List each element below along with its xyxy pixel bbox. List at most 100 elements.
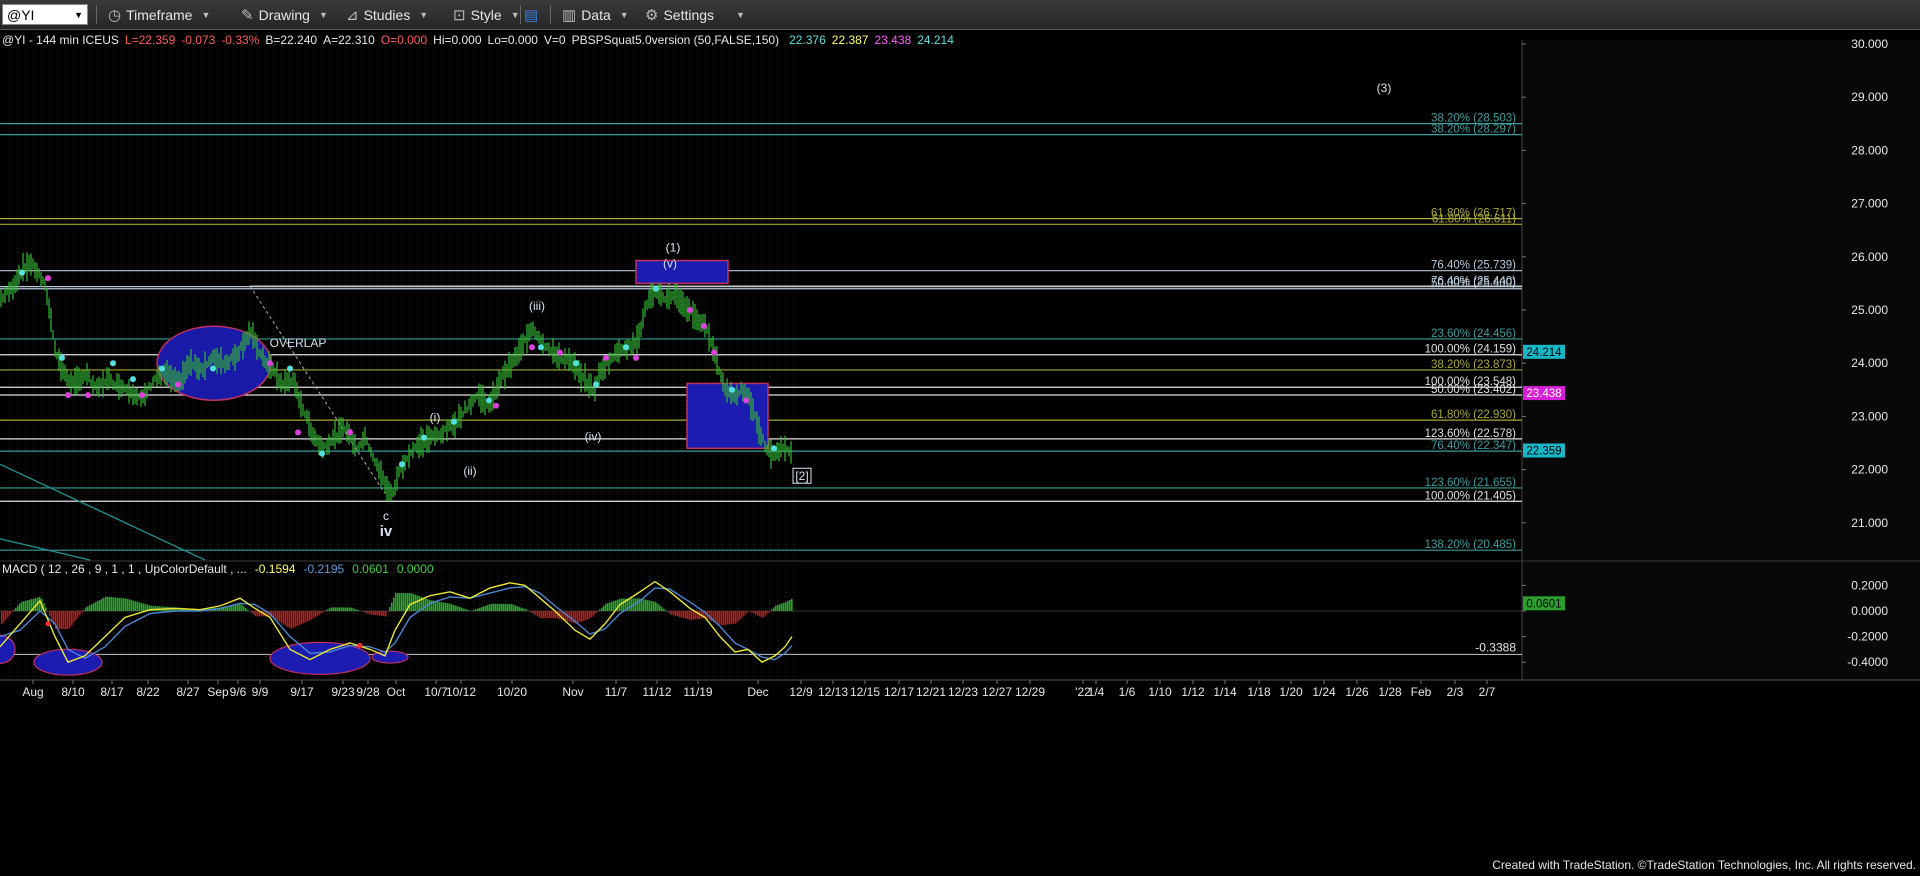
macd-histogram-bar <box>657 603 659 611</box>
macd-histogram-bar <box>107 596 109 611</box>
macd-histogram-bar <box>237 604 239 611</box>
macd-histogram-bar <box>93 603 95 611</box>
signal-dot-magenta <box>65 392 71 399</box>
fib-level-label: 76.40% (25.739) <box>1431 260 1516 272</box>
macd-histogram-bar <box>365 611 367 613</box>
x-tick-label: 8/17 <box>100 685 124 699</box>
macd-histogram-bar <box>371 611 373 615</box>
macd-histogram-bar <box>649 600 651 611</box>
macd-histogram-bar <box>445 602 447 611</box>
macd-histogram-bar <box>635 598 637 611</box>
macd-value: 0.0000 <box>397 562 434 576</box>
macd-histogram-bar <box>113 597 115 611</box>
signal-dot-cyan <box>623 344 629 351</box>
symbol-info: @YI - 144 min ICEUS <box>2 33 119 47</box>
indicator-value: 22.387 <box>832 33 869 47</box>
macd-histogram-bar <box>403 593 405 611</box>
y-tick-label: 21.000 <box>1851 516 1888 530</box>
toolbar-separator <box>96 5 97 24</box>
macd-histogram-bar <box>499 603 501 611</box>
signal-dot-cyan <box>287 365 293 372</box>
macd-histogram-bar <box>351 607 353 611</box>
macd-y-tick-label: -0.4000 <box>1847 655 1888 669</box>
macd-histogram-bar <box>473 609 475 611</box>
x-tick-label: 2/7 <box>1479 685 1496 699</box>
macd-histogram-bar <box>239 604 241 611</box>
studies-menu[interactable]: ⊿ Studies ▼ <box>346 4 428 25</box>
macd-histogram-bar <box>347 607 349 611</box>
macd-histogram-bar <box>335 607 337 611</box>
macd-value: 0.0601 <box>352 562 389 576</box>
macd-histogram-bar <box>495 603 497 611</box>
signal-dot-cyan <box>19 269 25 276</box>
y-tick-label: 24.000 <box>1851 356 1888 370</box>
macd-histogram-bar <box>283 611 285 625</box>
style-menu[interactable]: ⊡ Style ▼ <box>453 4 520 25</box>
quote-value: Hi=0.000 <box>433 33 482 47</box>
macd-histogram-bar <box>277 611 279 621</box>
chevron-down-icon[interactable]: ▼ <box>74 10 83 20</box>
chevron-down-icon: ▼ <box>419 9 429 20</box>
quote-value: V=0 <box>544 33 566 47</box>
macd-histogram-bar <box>29 599 31 611</box>
macd-histogram-bar <box>123 598 125 611</box>
clock-icon: ◷ <box>108 6 122 24</box>
fib-level-label: 61.80% (26.611) <box>1432 213 1516 225</box>
macd-histogram-bar <box>531 611 533 613</box>
macd-histogram-bar <box>671 611 673 615</box>
macd-histogram-bar <box>565 611 567 621</box>
macd-histogram-bar <box>395 593 397 611</box>
x-tick-label: Oct <box>387 685 406 699</box>
y-tick-label: 28.000 <box>1851 143 1888 157</box>
signal-dot-magenta <box>175 381 181 388</box>
timeframe-menu[interactable]: ◷ Timeframe ▼ <box>108 4 210 25</box>
data-menu[interactable]: ▥ Data ▼ <box>562 4 629 25</box>
macd-histogram-bar <box>7 611 9 618</box>
macd-histogram-bar <box>485 605 487 611</box>
macd-histogram-bar <box>781 603 783 611</box>
signal-dot-magenta <box>529 344 535 351</box>
macd-histogram-bar <box>693 611 695 620</box>
macd-histogram-bar <box>507 603 509 611</box>
x-tick-label: 1/12 <box>1181 685 1205 699</box>
price-chart[interactable]: 38.20% (28.503)38.20% (28.297)61.80% (26… <box>0 29 1920 855</box>
signal-dot-cyan <box>771 445 777 452</box>
drawing-menu[interactable]: ✎ Drawing ▼ <box>241 4 328 25</box>
y-tick-label: 25.000 <box>1851 303 1888 317</box>
layout-button[interactable]: ▤ <box>524 4 543 25</box>
macd-histogram-bar <box>91 604 93 611</box>
fib-level-label: 50.00% (25.400) <box>1431 278 1516 290</box>
macd-histogram-bar <box>637 598 639 611</box>
macd-histogram-bar <box>477 608 479 611</box>
macd-histogram-bar <box>479 607 481 611</box>
macd-value-badge-text: 0.0601 <box>1526 598 1561 610</box>
macd-histogram-bar <box>73 611 75 623</box>
macd-histogram-bar <box>489 604 491 611</box>
macd-histogram-bar <box>401 593 403 611</box>
x-tick-label: 12/27 <box>982 685 1012 699</box>
macd-histogram-bar <box>3 611 5 622</box>
macd-histogram-bar <box>551 611 553 619</box>
symbol-input[interactable]: @YI ▼ <box>2 4 88 25</box>
macd-histogram-bar <box>385 611 387 617</box>
macd-histogram-bar <box>15 607 17 611</box>
y-tick-label: 26.000 <box>1851 250 1888 264</box>
x-tick-label: 1/10 <box>1148 685 1172 699</box>
fib-level-label: 38.20% (28.297) <box>1431 124 1516 136</box>
settings-menu[interactable]: ⚙ Settings ▼ <box>645 4 745 25</box>
macd-histogram-bar <box>449 603 451 611</box>
macd-histogram-bar <box>677 611 679 617</box>
macd-histogram-bar <box>539 611 541 618</box>
x-tick-label: 11/7 <box>605 685 628 699</box>
macd-histogram-bar <box>519 607 521 611</box>
macd-histogram-bar <box>517 606 519 611</box>
macd-histogram-bar <box>341 607 343 611</box>
x-tick-label: Feb <box>1411 685 1432 699</box>
x-tick-label: 1/20 <box>1279 685 1303 699</box>
macd-histogram-bar <box>115 597 117 611</box>
signal-dot-cyan <box>110 360 116 367</box>
signal-dot-cyan <box>486 397 492 404</box>
macd-y-tick-label: -0.2000 <box>1847 630 1888 644</box>
x-tick-label: 12/15 <box>850 685 880 699</box>
macd-histogram-bar <box>727 611 729 625</box>
